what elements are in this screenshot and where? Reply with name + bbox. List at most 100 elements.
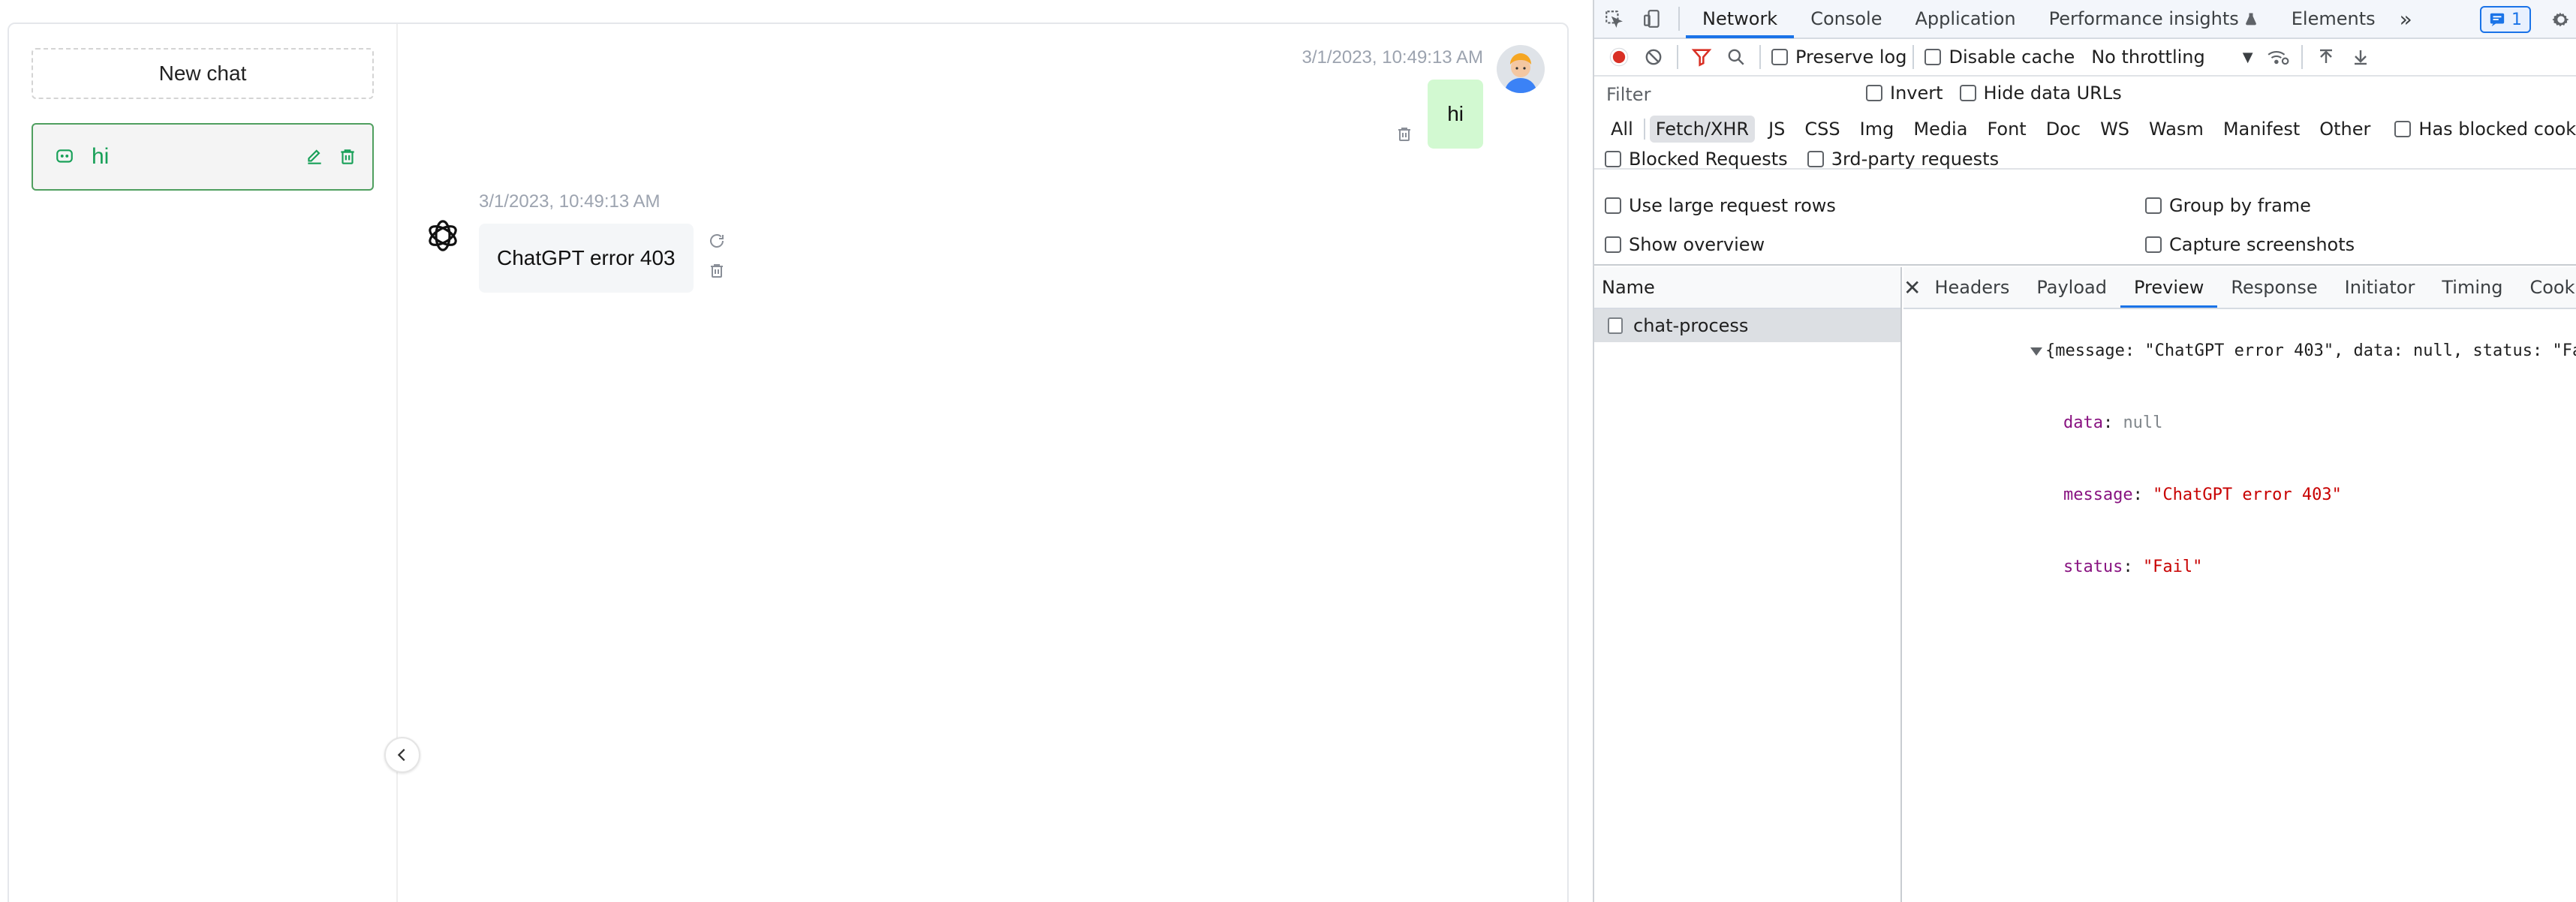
- expand-triangle-icon[interactable]: [2030, 347, 2042, 356]
- chat-app-window: New chat hi 3/1/2023, 10:49:13 AM hi 3/1…: [8, 23, 1569, 902]
- request-row[interactable]: chat-process: [1594, 309, 1900, 342]
- tab-elements[interactable]: Elements: [2275, 0, 2392, 38]
- json-key: status: [2063, 558, 2123, 576]
- tab-performance-insights[interactable]: Performance insights: [2033, 0, 2275, 38]
- search-icon[interactable]: [1719, 40, 1753, 74]
- type-filter-manifest[interactable]: Manifest: [2217, 116, 2306, 143]
- json-key: data: [2063, 413, 2103, 432]
- tab-application[interactable]: Application: [1899, 0, 2033, 38]
- checkbox-box[interactable]: [1924, 49, 1942, 65]
- type-filter-img[interactable]: Img: [1854, 116, 1900, 143]
- checkbox-box[interactable]: [1959, 85, 1976, 101]
- divider: [1643, 119, 1645, 140]
- close-icon[interactable]: ✕: [1903, 267, 1921, 308]
- checkbox-box[interactable]: [1605, 236, 1621, 253]
- checkbox-box[interactable]: [1807, 151, 1824, 167]
- user-message-bubble: hi: [1428, 80, 1483, 149]
- regenerate-icon[interactable]: [704, 228, 730, 254]
- disable-cache-label: Disable cache: [1949, 47, 2075, 68]
- tab-payload[interactable]: Payload: [2023, 267, 2120, 308]
- preserve-log-checkbox[interactable]: Preserve log: [1771, 47, 1906, 68]
- new-chat-button[interactable]: New chat: [32, 48, 374, 99]
- import-har-icon[interactable]: [2309, 40, 2343, 74]
- invert-label: Invert: [1890, 83, 1943, 104]
- json-summary-row[interactable]: {message: "ChatGPT error 403", data: nul…: [1911, 315, 2576, 387]
- issues-count: 1: [2511, 10, 2522, 29]
- checkbox-box[interactable]: [1605, 151, 1621, 167]
- tab-timing[interactable]: Timing: [2428, 267, 2516, 308]
- type-filter-media[interactable]: Media: [1907, 116, 1973, 143]
- filter-bar: Invert Hide data URLs All Fetch/XHR JS C…: [1594, 77, 2576, 170]
- throttling-value: No throttling: [2091, 47, 2205, 68]
- disable-cache-checkbox[interactable]: Disable cache: [1924, 47, 2075, 68]
- type-filter-wasm[interactable]: Wasm: [2143, 116, 2210, 143]
- hide-data-urls-checkbox[interactable]: Hide data URLs: [1959, 83, 2122, 104]
- tab-preview[interactable]: Preview: [2120, 267, 2218, 308]
- network-settings: Use large request rows Group by frame Sh…: [1594, 182, 2576, 266]
- type-filter-doc[interactable]: Doc: [2040, 116, 2087, 143]
- show-overview-checkbox[interactable]: Show overview: [1605, 234, 1765, 255]
- more-tabs-icon[interactable]: »: [2392, 0, 2420, 38]
- checkbox-box[interactable]: [1866, 85, 1882, 101]
- record-icon[interactable]: [1602, 40, 1636, 74]
- delete-message-icon[interactable]: [1392, 122, 1417, 147]
- request-name: chat-process: [1633, 315, 1749, 336]
- type-filter-css[interactable]: CSS: [1798, 116, 1846, 143]
- json-field-row: status: "Fail": [2063, 558, 2203, 576]
- checkbox-box[interactable]: [1771, 49, 1788, 65]
- blocked-requests-checkbox[interactable]: Blocked Requests: [1605, 149, 1788, 170]
- device-toolbar-icon[interactable]: [1633, 0, 1672, 38]
- dropdown-arrow-icon: ▼: [2242, 49, 2253, 65]
- checkbox-box[interactable]: [2145, 197, 2162, 214]
- filter-icon[interactable]: [1684, 40, 1719, 74]
- screen: New chat hi 3/1/2023, 10:49:13 AM hi 3/1…: [0, 0, 2576, 902]
- divider: [1912, 45, 1915, 69]
- has-blocked-cookies-checkbox[interactable]: Has blocked cookies: [2394, 119, 2576, 140]
- devtools-panel: Network Console Application Performance …: [1593, 0, 2576, 902]
- gear-icon[interactable]: [2546, 6, 2576, 33]
- large-request-rows-checkbox[interactable]: Use large request rows: [1605, 195, 1836, 216]
- edit-icon[interactable]: [302, 144, 327, 170]
- group-by-frame-checkbox[interactable]: Group by frame: [2145, 195, 2311, 216]
- issues-badge[interactable]: 1: [2480, 6, 2531, 33]
- type-filter-js[interactable]: JS: [1762, 116, 1791, 143]
- chat-bubble-icon: [54, 146, 75, 167]
- throttling-select[interactable]: No throttling ▼: [2091, 47, 2252, 68]
- json-value: null: [2123, 413, 2163, 432]
- network-panes: Name chat-process ✕ Headers Payload Prev…: [1594, 267, 2576, 902]
- flask-icon: [2245, 13, 2256, 26]
- checkbox-box[interactable]: [1605, 197, 1621, 214]
- type-filter-ws[interactable]: WS: [2094, 116, 2135, 143]
- network-toolbar: Preserve log Disable cache No throttling…: [1594, 39, 2576, 77]
- type-filter-all[interactable]: All: [1605, 116, 1639, 143]
- tab-initiator[interactable]: Initiator: [2331, 267, 2429, 308]
- tab-cookies[interactable]: Cookie: [2516, 267, 2576, 308]
- hide-data-urls-label: Hide data URLs: [1983, 83, 2122, 104]
- tab-headers[interactable]: Headers: [1921, 267, 2023, 308]
- checkbox-box[interactable]: [2145, 236, 2162, 253]
- delete-message-icon[interactable]: [704, 258, 730, 284]
- divider: [2301, 45, 2303, 69]
- invert-checkbox[interactable]: Invert: [1866, 83, 1943, 104]
- tab-network[interactable]: Network: [1686, 0, 1795, 38]
- type-filter-other[interactable]: Other: [2313, 116, 2376, 143]
- inspect-element-icon[interactable]: [1594, 0, 1633, 38]
- checkbox-box[interactable]: [2394, 121, 2412, 137]
- third-party-requests-checkbox[interactable]: 3rd-party requests: [1807, 149, 1999, 170]
- export-har-icon[interactable]: [2343, 40, 2378, 74]
- chat-list-item[interactable]: hi: [32, 123, 374, 191]
- delete-chat-icon[interactable]: [335, 144, 360, 170]
- clear-icon[interactable]: [1636, 40, 1671, 74]
- type-filter-font[interactable]: Font: [1981, 116, 2032, 143]
- user-message: 3/1/2023, 10:49:13 AM hi: [1302, 45, 1545, 149]
- capture-screenshots-checkbox[interactable]: Capture screenshots: [2145, 234, 2355, 255]
- tab-response[interactable]: Response: [2217, 267, 2331, 308]
- filter-input[interactable]: [1602, 81, 1861, 108]
- request-list-header[interactable]: Name: [1594, 267, 1900, 309]
- assistant-message-timestamp: 3/1/2023, 10:49:13 AM: [479, 191, 661, 212]
- network-conditions-icon[interactable]: [2261, 40, 2295, 74]
- type-filter-fetch-xhr[interactable]: Fetch/XHR: [1649, 116, 1756, 143]
- tab-console[interactable]: Console: [1794, 0, 1898, 38]
- user-avatar: [1497, 45, 1545, 93]
- blocked-requests-label: Blocked Requests: [1629, 149, 1788, 170]
